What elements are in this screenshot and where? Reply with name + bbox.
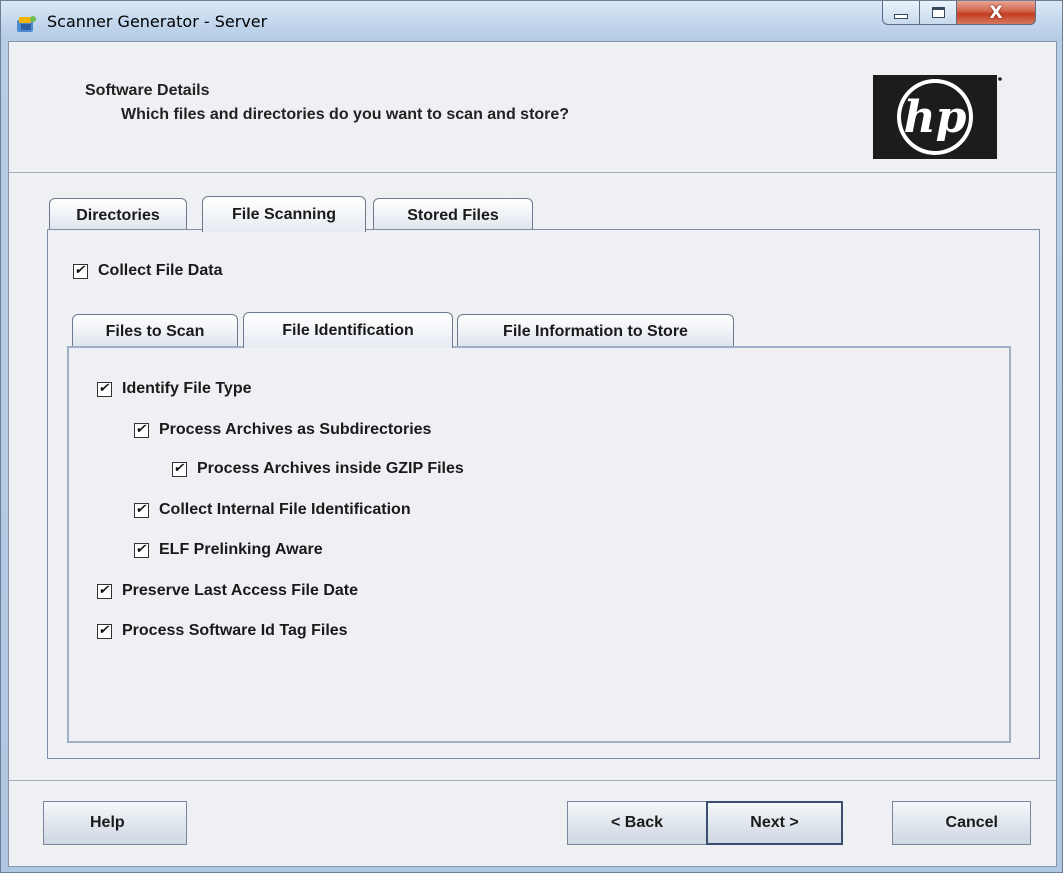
option-label: Preserve Last Access File Date (122, 582, 358, 599)
next-button[interactable]: Next > (706, 801, 843, 845)
collect-internal-id-checkbox[interactable]: Collect Internal File Identification (134, 501, 411, 519)
app-window: Scanner Generator - Server X Software De… (0, 0, 1063, 873)
preserve-last-access-checkbox[interactable]: Preserve Last Access File Date (97, 582, 358, 600)
tab-file-identification[interactable]: File Identification (243, 312, 453, 348)
page-subtitle: Which files and directories do you want … (121, 106, 570, 123)
collect-file-data-checkbox[interactable]: Collect File Data (73, 262, 222, 280)
checkbox-checked-icon[interactable] (172, 461, 187, 477)
checkbox-checked-icon[interactable] (134, 422, 149, 438)
checkbox-checked-icon[interactable] (97, 381, 112, 397)
page-title: Software Details (85, 82, 210, 99)
back-button[interactable]: < Back (567, 801, 707, 845)
elf-prelinking-checkbox[interactable]: ELF Prelinking Aware (134, 541, 323, 559)
option-label: Process Archives inside GZIP Files (197, 460, 464, 477)
footer-divider (9, 780, 1056, 781)
checkbox-checked-icon[interactable] (134, 542, 149, 558)
checkbox-checked-icon[interactable] (73, 263, 88, 279)
option-label: Identify File Type (122, 380, 252, 397)
tab-files-to-scan[interactable]: Files to Scan (72, 314, 238, 348)
title-bar[interactable]: Scanner Generator - Server X (1, 1, 1062, 41)
checkbox-checked-icon[interactable] (97, 583, 112, 599)
tab-directories[interactable]: Directories (49, 198, 187, 232)
cancel-button[interactable]: Cancel (892, 801, 1031, 845)
process-gzip-archives-checkbox[interactable]: Process Archives inside GZIP Files (172, 460, 464, 478)
minimize-button[interactable] (882, 1, 920, 25)
hp-logo: hp (873, 75, 1002, 159)
option-label: ELF Prelinking Aware (159, 541, 323, 558)
maximize-icon (931, 7, 945, 18)
option-label: Process Software Id Tag Files (122, 622, 348, 639)
identify-file-type-checkbox[interactable]: Identify File Type (97, 380, 252, 398)
wizard-header: Software Details Which files and directo… (9, 42, 1056, 173)
checkbox-checked-icon[interactable] (134, 502, 149, 518)
close-icon: X (989, 2, 1003, 23)
option-label: Process Archives as Subdirectories (159, 421, 432, 438)
help-button[interactable]: Help (43, 801, 187, 845)
tab-file-information-to-store[interactable]: File Information to Store (457, 314, 734, 348)
app-icon (17, 16, 36, 32)
collect-file-data-label: Collect File Data (98, 262, 223, 279)
software-id-tag-checkbox[interactable]: Process Software Id Tag Files (97, 622, 348, 640)
maximize-button[interactable] (919, 1, 957, 25)
hp-logo-text: hp (904, 92, 967, 143)
option-label: Collect Internal File Identification (159, 501, 411, 518)
close-button[interactable]: X (956, 1, 1036, 25)
window-title: Scanner Generator - Server (47, 12, 268, 31)
wizard-client-area: Software Details Which files and directo… (8, 41, 1057, 867)
tab-stored-files[interactable]: Stored Files (373, 198, 533, 232)
tab-file-scanning[interactable]: File Scanning (202, 196, 366, 232)
process-archives-checkbox[interactable]: Process Archives as Subdirectories (134, 421, 431, 439)
checkbox-checked-icon[interactable] (97, 623, 112, 639)
minimize-icon (894, 14, 908, 19)
